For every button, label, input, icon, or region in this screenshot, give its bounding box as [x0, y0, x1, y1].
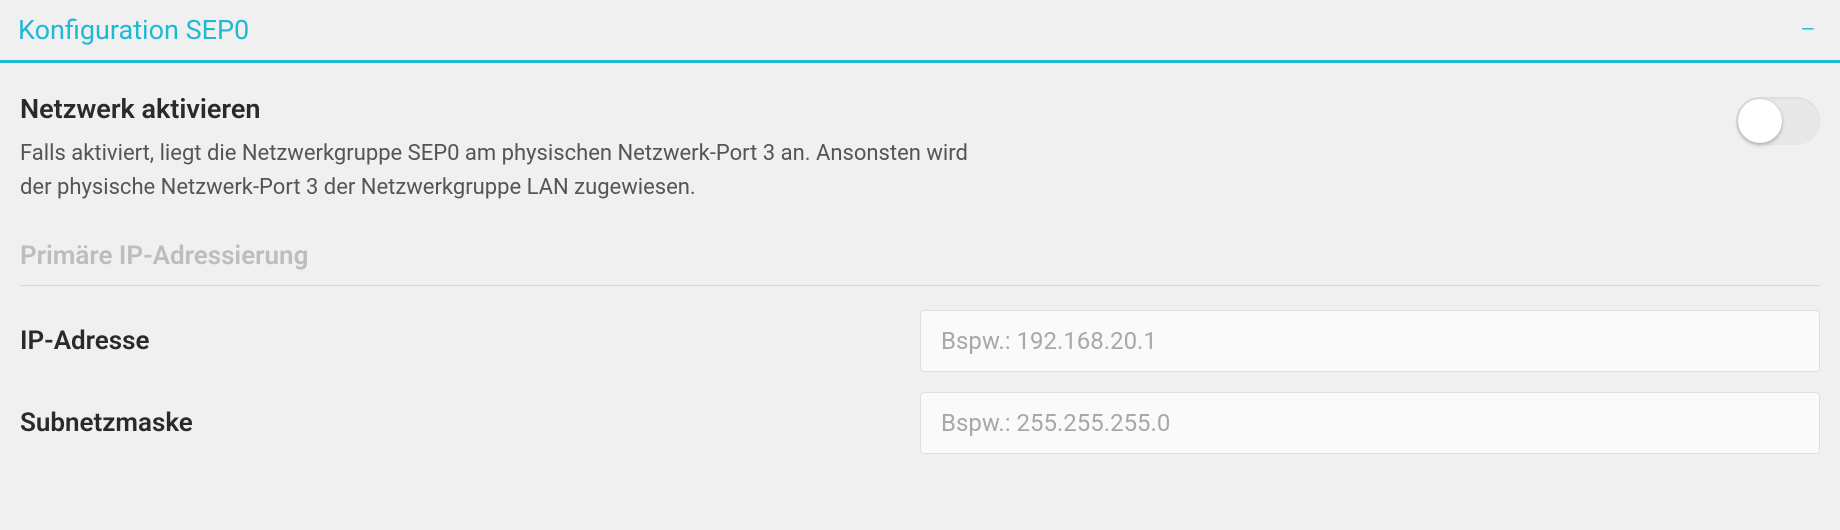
- network-enable-label: Netzwerk aktivieren: [20, 93, 1120, 125]
- subnet-mask-input-wrap: [920, 392, 1820, 454]
- config-panel: Konfiguration SEP0 − Netzwerk aktivieren…: [0, 0, 1840, 454]
- network-enable-text: Netzwerk aktivieren Falls aktiviert, lie…: [20, 93, 1120, 205]
- panel-title: Konfiguration SEP0: [18, 14, 249, 46]
- ip-address-input[interactable]: [920, 310, 1820, 372]
- ip-address-input-wrap: [920, 310, 1820, 372]
- collapse-icon[interactable]: −: [1796, 16, 1820, 44]
- primary-addressing-header: Primäre IP-Adressierung: [20, 227, 1820, 286]
- subnet-mask-row: Subnetzmaske: [20, 392, 1820, 454]
- ip-address-label: IP-Adresse: [20, 326, 920, 356]
- network-enable-row: Netzwerk aktivieren Falls aktiviert, lie…: [20, 93, 1820, 205]
- toggle-knob: [1738, 99, 1782, 143]
- subnet-mask-input[interactable]: [920, 392, 1820, 454]
- network-enable-toggle[interactable]: [1736, 97, 1820, 145]
- ip-address-row: IP-Adresse: [20, 310, 1820, 372]
- panel-header: Konfiguration SEP0 −: [0, 0, 1840, 63]
- subnet-mask-label: Subnetzmaske: [20, 408, 920, 438]
- primary-addressing-title: Primäre IP-Adressierung: [20, 241, 1820, 271]
- panel-body: Netzwerk aktivieren Falls aktiviert, lie…: [0, 63, 1840, 454]
- network-enable-description: Falls aktiviert, liegt die Netzwerkgrupp…: [20, 137, 1000, 205]
